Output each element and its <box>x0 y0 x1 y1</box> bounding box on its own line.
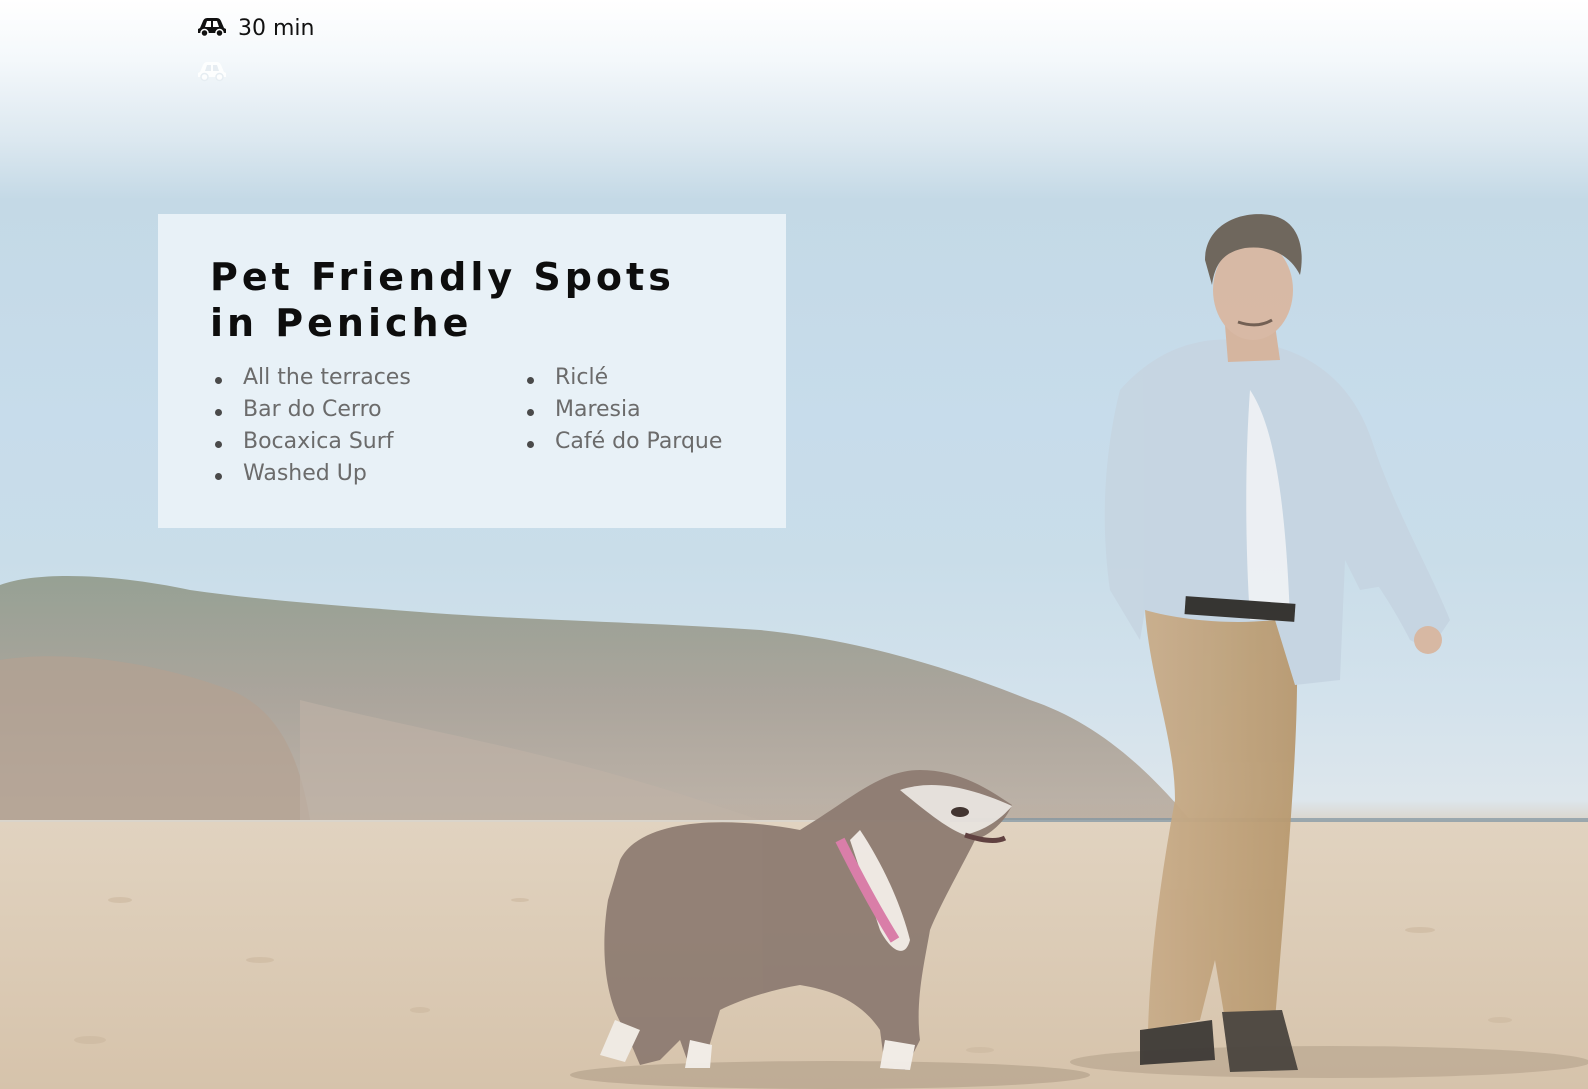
spots-column-right: Riclé Maresia Café do Parque <box>522 362 722 490</box>
pet-friendly-card: Pet Friendly Spots in Peniche All the te… <box>158 214 786 528</box>
car-icon <box>196 58 228 87</box>
dog-shadow <box>570 1061 1090 1089</box>
list-item: Maresia <box>522 394 722 426</box>
car-icon <box>196 14 228 43</box>
travel-time-secondary <box>196 58 228 87</box>
list-item: Café do Parque <box>522 426 722 458</box>
list-item: Washed Up <box>210 458 522 490</box>
page: 30 min Pet Friendly Spots in Peniche All… <box>0 0 1588 1089</box>
hero-photo <box>0 0 1588 1089</box>
list-item: Bar do Cerro <box>210 394 522 426</box>
list-item: Bocaxica Surf <box>210 426 522 458</box>
card-title: Pet Friendly Spots in Peniche <box>210 255 675 345</box>
car-travel-time: 30 min <box>238 16 315 41</box>
beach-scene <box>0 214 1588 1089</box>
list-item: All the terraces <box>210 362 522 394</box>
list-item: Riclé <box>522 362 722 394</box>
spots-column-left: All the terraces Bar do Cerro Bocaxica S… <box>210 362 522 490</box>
spots-list: All the terraces Bar do Cerro Bocaxica S… <box>210 362 736 490</box>
travel-time-car: 30 min <box>196 14 314 43</box>
